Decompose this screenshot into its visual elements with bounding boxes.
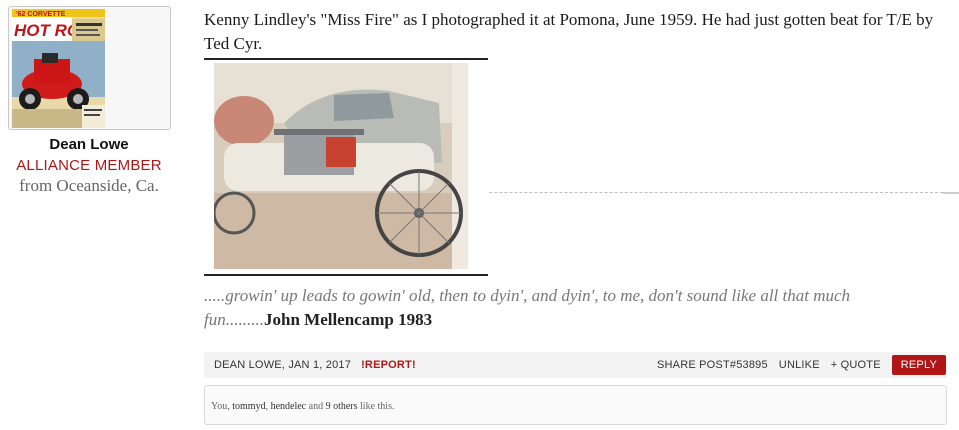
user-location: from Oceanside, Ca. bbox=[19, 176, 159, 195]
unlike-link[interactable]: UNLIKE bbox=[779, 359, 820, 371]
liker-link-tommyd[interactable]: tommyd bbox=[232, 401, 265, 412]
likes-prefix: You, bbox=[211, 401, 233, 412]
post-actions: SHARE POST#53895 UNLIKE + QUOTE REPLY bbox=[657, 352, 947, 378]
likes-summary: You, tommyd, hendelec and 9 others like … bbox=[204, 385, 947, 425]
likes-others-link[interactable]: 9 others bbox=[326, 401, 358, 412]
post-author-date[interactable]: DEAN LOWE, JAN 1, 2017 bbox=[214, 359, 351, 371]
signature-author: John Mellencamp 1983 bbox=[263, 310, 433, 329]
reply-button[interactable]: REPLY bbox=[891, 355, 946, 375]
post-meta: DEAN LOWE, JAN 1, 2017 !REPORT! bbox=[214, 359, 416, 371]
dragster-photo-icon bbox=[214, 63, 468, 269]
post-message: Kenny Lindley's "Miss Fire" as I photogr… bbox=[204, 8, 949, 56]
post-footer: DEAN LOWE, JAN 1, 2017 !REPORT! SHARE POS… bbox=[204, 352, 947, 378]
magazine-cover-avatar-icon: '62 CORVETTE HOT ROD bbox=[11, 9, 105, 128]
likes-and: and bbox=[306, 401, 326, 412]
user-title: ALLIANCE MEMBER bbox=[16, 157, 162, 174]
avatar[interactable]: '62 CORVETTE HOT ROD bbox=[7, 6, 171, 130]
avatar-headline: '62 CORVETTE bbox=[16, 11, 66, 18]
post-photo-frame[interactable] bbox=[204, 58, 488, 276]
user-panel: '62 CORVETTE HOT ROD Dean Lowe ALLIANCE … bbox=[6, 6, 172, 196]
share-post-link[interactable]: SHARE POST#53895 bbox=[657, 359, 768, 371]
quote-link[interactable]: + QUOTE bbox=[831, 359, 881, 371]
likes-suffix: like this. bbox=[357, 401, 395, 412]
likes-text: You, tommyd, hendelec and 9 others like … bbox=[211, 401, 394, 412]
signature: .....growin' up leads to gowin' old, the… bbox=[204, 284, 924, 332]
username[interactable]: Dean Lowe bbox=[6, 136, 172, 154]
divider-cap bbox=[943, 192, 959, 194]
post-text: Kenny Lindley's "Miss Fire" as I photogr… bbox=[204, 10, 934, 53]
report-link[interactable]: !REPORT! bbox=[361, 359, 416, 371]
liker-link-hendelec[interactable]: hendelec bbox=[271, 401, 307, 412]
